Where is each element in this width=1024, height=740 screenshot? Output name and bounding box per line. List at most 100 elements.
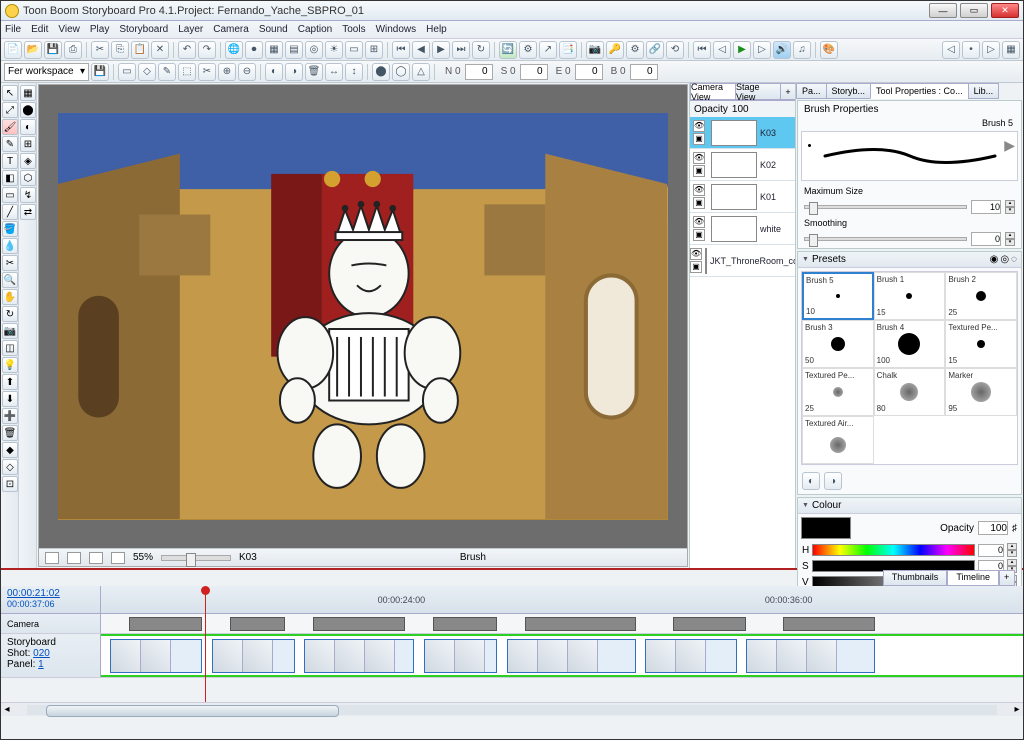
layer-row[interactable]: 👁▣JKT_ThroneRoom_com xyxy=(690,245,795,277)
aux-h-icon[interactable]: ⇄ xyxy=(20,204,36,220)
maxsize-slider[interactable] xyxy=(804,205,967,209)
brush-preset[interactable]: Brush 225 xyxy=(945,272,1017,320)
tool-a-icon[interactable]: ▭ xyxy=(118,63,136,81)
menu-tools[interactable]: Tools xyxy=(342,24,365,35)
tool-m-icon[interactable]: ⬤ xyxy=(372,63,390,81)
nav-right-icon[interactable]: ▷ xyxy=(982,41,1000,59)
maxsize-input[interactable] xyxy=(971,200,1001,214)
settings-icon[interactable]: ⚙ xyxy=(519,41,537,59)
light-icon[interactable]: ☀ xyxy=(325,41,343,59)
playback-icon[interactable]: ▶ xyxy=(733,41,751,59)
aux-g-icon[interactable]: ↯ xyxy=(20,187,36,203)
tab-timeline[interactable]: Timeline xyxy=(947,570,999,586)
view-mode-a-icon[interactable] xyxy=(45,552,59,564)
gear-icon[interactable]: ⚙ xyxy=(626,41,644,59)
prev-icon[interactable]: ◀ xyxy=(412,41,430,59)
menu-windows[interactable]: Windows xyxy=(376,24,417,35)
aux-c-icon[interactable]: ◐ xyxy=(20,119,36,135)
menu-storyboard[interactable]: Storyboard xyxy=(119,24,168,35)
redo-icon[interactable]: ↷ xyxy=(198,41,216,59)
tab-thumbnails[interactable]: Thumbnails xyxy=(883,570,948,586)
cut-icon[interactable]: ✂ xyxy=(91,41,109,59)
transform-tool-icon[interactable]: ⤢ xyxy=(2,102,18,118)
brush-preset[interactable]: Textured Pe...15 xyxy=(945,320,1017,368)
layer-row[interactable]: 👁▣K03 xyxy=(690,117,795,149)
visibility-icon[interactable]: 👁 xyxy=(693,152,705,164)
tab-library[interactable]: Lib... xyxy=(968,83,1000,99)
misc-b-icon[interactable]: ◇ xyxy=(2,459,18,475)
view-mode-d-icon[interactable] xyxy=(111,552,125,564)
pencil-tool-icon[interactable]: ✎ xyxy=(2,136,18,152)
open-icon[interactable]: 📂 xyxy=(24,41,42,59)
preset-del-icon[interactable]: ◌ xyxy=(1011,254,1017,265)
brush-preset[interactable]: Brush 115 xyxy=(874,272,946,320)
nav-dot-icon[interactable]: • xyxy=(962,41,980,59)
playhead[interactable] xyxy=(205,586,206,702)
close-button[interactable]: ✕ xyxy=(991,3,1019,18)
cutter-tool-icon[interactable]: ✂ xyxy=(2,255,18,271)
lock-icon[interactable]: ▣ xyxy=(690,261,702,273)
3d-tool-icon[interactable]: ◫ xyxy=(2,340,18,356)
time-ruler[interactable]: 00:00:24:00 00:00:36:00 xyxy=(101,586,1023,613)
camera-view-canvas[interactable] xyxy=(39,85,687,548)
misc-c-icon[interactable]: ⊡ xyxy=(2,476,18,492)
workspace-selector[interactable]: Fer workspace▾ xyxy=(4,63,89,81)
sync-icon[interactable]: ⟲ xyxy=(666,41,684,59)
layers-icon[interactable]: ▤ xyxy=(285,41,303,59)
aux-b-icon[interactable]: ⬤ xyxy=(20,102,36,118)
sound-icon[interactable]: 🔊 xyxy=(773,41,791,59)
globe-icon[interactable]: 🌐 xyxy=(225,41,243,59)
menu-camera[interactable]: Camera xyxy=(213,24,249,35)
tab-storyboard[interactable]: Storyb... xyxy=(826,83,872,99)
palette-icon[interactable]: 🎨 xyxy=(820,41,838,59)
lock-icon[interactable]: ▣ xyxy=(693,165,705,177)
brush-preset[interactable]: Chalk80 xyxy=(874,368,946,416)
coord-n-input[interactable]: 0 xyxy=(465,64,493,80)
tab-camera-view[interactable]: Camera View xyxy=(690,83,736,100)
maxsize-up-icon[interactable]: ▴ xyxy=(1005,200,1015,207)
new-icon[interactable]: 📄 xyxy=(4,41,22,59)
tab-tl-add-icon[interactable]: + xyxy=(999,570,1015,586)
go-first-icon[interactable]: ⏮ xyxy=(693,41,711,59)
coord-s-input[interactable]: 0 xyxy=(520,64,548,80)
zoom-slider[interactable] xyxy=(161,555,231,561)
nav-left-icon[interactable]: ◁ xyxy=(942,41,960,59)
panel-link[interactable]: 1 xyxy=(38,659,44,670)
panel-icon[interactable]: ▭ xyxy=(345,41,363,59)
scrub-icon[interactable]: ♫ xyxy=(793,41,811,59)
light-tool-icon[interactable]: 💡 xyxy=(2,357,18,373)
view-mode-c-icon[interactable] xyxy=(89,552,103,564)
brush-preset[interactable]: Textured Pe...25 xyxy=(802,368,874,416)
record-icon[interactable]: ⏺ xyxy=(245,41,263,59)
select-tool-icon[interactable]: ↖ xyxy=(2,85,18,101)
dropper-tool-icon[interactable]: 💧 xyxy=(2,238,18,254)
menu-layer[interactable]: Layer xyxy=(178,24,203,35)
copy-icon[interactable]: ⎘ xyxy=(111,41,129,59)
tool-b-icon[interactable]: ◇ xyxy=(138,63,156,81)
preset-opt-a-icon[interactable]: ◐ xyxy=(802,472,820,490)
tab-tool-properties[interactable]: Tool Properties : Co... xyxy=(870,83,969,99)
split-icon[interactable]: ⊞ xyxy=(365,41,383,59)
coord-b-input[interactable]: 0 xyxy=(630,64,658,80)
menu-caption[interactable]: Caption xyxy=(298,24,332,35)
brush-next-icon[interactable]: ▶ xyxy=(1004,137,1015,154)
page-icon[interactable]: 📑 xyxy=(559,41,577,59)
tool-g-icon[interactable]: ⊖ xyxy=(238,63,256,81)
lock-icon[interactable]: ▣ xyxy=(693,133,705,145)
zoom-tool-icon[interactable]: 🔍 xyxy=(2,272,18,288)
lock-icon[interactable]: ▣ xyxy=(693,229,705,241)
visibility-icon[interactable]: 👁 xyxy=(690,248,702,260)
add-layer-icon[interactable]: ➕ xyxy=(2,408,18,424)
tool-j-icon[interactable]: 🗑 xyxy=(305,63,323,81)
menu-view[interactable]: View xyxy=(58,24,80,35)
undo-icon[interactable]: ↶ xyxy=(178,41,196,59)
timeline-scrollbar[interactable]: ◂ ▸ xyxy=(1,702,1023,716)
brush-preset[interactable]: Brush 510 xyxy=(802,272,874,320)
layer-row[interactable]: 👁▣K01 xyxy=(690,181,795,213)
grid-icon[interactable]: ▦ xyxy=(265,41,283,59)
aux-f-icon[interactable]: ⬡ xyxy=(20,170,36,186)
eraser-tool-icon[interactable]: ◧ xyxy=(2,170,18,186)
aux-d-icon[interactable]: ⊞ xyxy=(20,136,36,152)
lock-icon[interactable]: ▣ xyxy=(693,197,705,209)
rotate-tool-icon[interactable]: ↻ xyxy=(2,306,18,322)
